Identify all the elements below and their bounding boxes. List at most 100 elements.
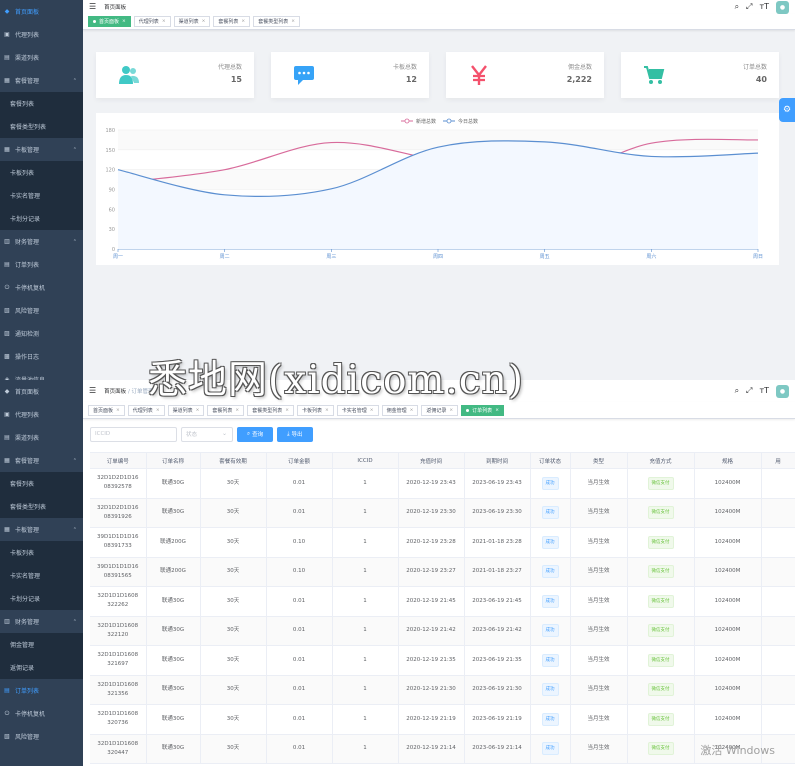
close-icon[interactable]: × bbox=[495, 408, 499, 413]
sidebar-item[interactable]: ◆ 首页面板 bbox=[0, 380, 83, 403]
sidebar-item[interactable]: ▤ 订单列表 bbox=[0, 253, 83, 276]
search-icon[interactable]: ⌕ bbox=[735, 387, 739, 395]
sidebar-item[interactable]: 卡板列表 bbox=[0, 541, 83, 564]
close-icon[interactable]: × bbox=[162, 19, 166, 24]
fullscreen-icon[interactable]: ⤢ bbox=[746, 3, 752, 11]
sidebar-item[interactable]: ⏻ 卡停机复机 bbox=[0, 702, 83, 725]
sidebar-item[interactable]: 套餐列表 bbox=[0, 92, 83, 115]
tag-tab[interactable]: 首页面板 × bbox=[88, 16, 131, 27]
tag-tab[interactable]: 套餐列表 × bbox=[207, 404, 245, 416]
column-header[interactable]: 套餐有效期 bbox=[200, 452, 267, 469]
close-icon[interactable]: × bbox=[285, 408, 289, 413]
close-icon[interactable]: × bbox=[122, 19, 126, 24]
fullscreen-icon[interactable]: ⤢ bbox=[746, 387, 752, 395]
query-button[interactable]: ⌕ 查询 bbox=[237, 426, 274, 442]
close-icon[interactable]: × bbox=[241, 19, 245, 24]
column-header[interactable]: 用 bbox=[761, 452, 795, 469]
close-icon[interactable]: × bbox=[202, 19, 206, 24]
sidebar-item[interactable]: ◈流量池信息 bbox=[0, 368, 83, 380]
table-row[interactable]: 32D1D1D1608 321697 联通30G 30天 0.01 1 2020-12-19… bbox=[90, 645, 795, 676]
close-icon[interactable]: × bbox=[291, 19, 295, 24]
tag-tab[interactable]: 渠道列表 × bbox=[167, 404, 205, 416]
tag-tab[interactable]: 套餐类型列表 × bbox=[247, 404, 294, 416]
sidebar-item[interactable]: ▦ 卡板管理 ⌃ bbox=[0, 138, 83, 161]
sidebar-item[interactable]: ▧ 风险管理 bbox=[0, 299, 83, 322]
sidebar-item[interactable]: 卡划分记录 bbox=[0, 587, 83, 610]
hamburger-icon[interactable]: ☰ bbox=[89, 387, 96, 395]
close-icon[interactable]: × bbox=[156, 408, 160, 413]
table-row[interactable]: 32D1D1D1608 321356 联通30G 30天 0.01 1 2020-12-19… bbox=[90, 675, 795, 705]
table-row[interactable]: 32D1D2D1D16 08391926 联通30G 30天 0.01 1 2020-12-… bbox=[90, 498, 795, 528]
sidebar-item[interactable]: ▥ 财务管理 ⌃ bbox=[0, 230, 83, 253]
sidebar-item[interactable]: 卡板列表 bbox=[0, 161, 83, 184]
tag-tab[interactable]: 返佣记录 × bbox=[421, 404, 459, 416]
sidebar-item[interactable]: 套餐类型列表 bbox=[0, 115, 83, 138]
sidebar-item[interactable]: ▤ 渠道列表 bbox=[0, 46, 83, 69]
iccid-input[interactable]: ICCID bbox=[90, 426, 177, 442]
search-icon[interactable]: ⌕ bbox=[735, 3, 739, 11]
sidebar-item[interactable]: ▤ 订单列表 bbox=[0, 679, 83, 702]
column-header[interactable]: 订单编号 bbox=[90, 452, 147, 469]
column-header[interactable]: 规格 bbox=[694, 452, 762, 469]
table-row[interactable]: 32D1D2D1D16 08392578 联通30G 30天 0.01 1 2020-12-… bbox=[90, 468, 795, 499]
font-size-icon[interactable]: тT bbox=[759, 3, 769, 11]
table-row[interactable]: 39D1D1D1D16 08391733 联通200G 30天 0.10 1 2020-12… bbox=[90, 527, 795, 558]
column-header[interactable]: 充值时间 bbox=[398, 452, 465, 469]
close-icon[interactable]: × bbox=[325, 408, 329, 413]
table-row[interactable]: 39D1D1D1D16 08391565 联通200G 30天 0.10 1 2020-12… bbox=[90, 557, 795, 587]
status-select[interactable]: 状态 bbox=[181, 426, 233, 442]
sidebar-item[interactable]: ▣ 代理列表 bbox=[0, 23, 83, 46]
tag-tab[interactable]: 套餐列表 × bbox=[213, 16, 251, 27]
sidebar-item[interactable]: ▩ 操作日志 bbox=[0, 345, 83, 368]
tag-tab[interactable]: 卡板列表 × bbox=[296, 404, 334, 416]
tag-tab[interactable]: 渠道列表 × bbox=[173, 16, 211, 27]
sidebar-item[interactable]: ▣ 代理列表 bbox=[0, 403, 83, 426]
tag-tab[interactable]: 订单列表 × bbox=[461, 404, 504, 416]
sidebar-item[interactable]: ▨ 通知检测 bbox=[0, 322, 83, 345]
sidebar-item[interactable]: ▦ 套餐管理 ⌃ bbox=[0, 449, 83, 472]
tag-tab[interactable]: 代理列表 × bbox=[133, 16, 171, 27]
close-icon[interactable]: × bbox=[449, 408, 453, 413]
avatar[interactable]: ● bbox=[776, 384, 789, 398]
sidebar-item[interactable]: ▧ 风险管理 bbox=[0, 725, 83, 748]
table-row[interactable]: 32D1D1D1608 322120 联通30G 30天 0.01 1 2020-12-19… bbox=[90, 616, 795, 646]
column-header[interactable]: 订单名称 bbox=[146, 452, 201, 469]
sidebar-item[interactable]: 套餐列表 bbox=[0, 472, 83, 495]
hamburger-icon[interactable]: ☰ bbox=[89, 3, 96, 11]
column-header[interactable]: ICCID bbox=[332, 452, 399, 469]
tag-tab[interactable]: 佣金管理 × bbox=[381, 404, 419, 416]
stat-card-agents[interactable]: 代理总数 15 bbox=[96, 52, 254, 98]
close-icon[interactable]: × bbox=[410, 408, 414, 413]
table-row[interactable]: 32D1D1D1608 320447 联通30G 30天 0.01 1 2020-12-19… bbox=[90, 734, 795, 764]
sidebar-item[interactable]: 佣金管理 bbox=[0, 633, 83, 656]
tag-tab[interactable]: 代理列表 × bbox=[127, 404, 165, 416]
breadcrumb-item[interactable]: 首页面板 bbox=[104, 5, 126, 11]
close-icon[interactable]: × bbox=[116, 408, 120, 413]
column-header[interactable]: 到期时间 bbox=[464, 452, 531, 469]
export-button[interactable]: ⤓ 导出 bbox=[277, 426, 313, 442]
settings-gear-icon[interactable]: ⚙ bbox=[779, 98, 795, 122]
font-size-icon[interactable]: тT bbox=[759, 387, 769, 395]
sidebar-item[interactable]: ▦ 套餐管理 ⌃ bbox=[0, 69, 83, 92]
tag-tab[interactable]: 首页面板 × bbox=[88, 404, 125, 416]
sidebar-item[interactable]: 卡实名管理 bbox=[0, 564, 83, 587]
stat-card-cards[interactable]: 卡板总数 12 bbox=[271, 52, 429, 98]
close-icon[interactable]: × bbox=[196, 408, 200, 413]
sidebar-item[interactable]: ▤ 渠道列表 bbox=[0, 426, 83, 449]
sidebar-item[interactable]: 返佣记录 bbox=[0, 656, 83, 679]
column-header[interactable]: 充值方式 bbox=[627, 452, 695, 469]
avatar[interactable]: ● bbox=[776, 0, 789, 14]
tag-tab[interactable]: 卡实名管理 × bbox=[336, 404, 379, 416]
column-header[interactable]: 订单金额 bbox=[266, 452, 333, 469]
sidebar-item[interactable]: ▥ 财务管理 ⌃ bbox=[0, 610, 83, 633]
close-icon[interactable]: × bbox=[370, 408, 374, 413]
sidebar-item[interactable]: ◆ 首页面板 bbox=[0, 0, 83, 23]
close-icon[interactable]: × bbox=[235, 408, 239, 413]
sidebar-item[interactable]: 卡实名管理 bbox=[0, 184, 83, 207]
column-header[interactable]: 类型 bbox=[570, 452, 628, 469]
tag-tab[interactable]: 套餐类型列表 × bbox=[253, 16, 300, 27]
sidebar-item[interactable]: 套餐类型列表 bbox=[0, 495, 83, 518]
stat-card-commission[interactable]: 佣金总数 2,222 bbox=[446, 52, 604, 98]
breadcrumb-item[interactable]: 首页面板 bbox=[104, 389, 126, 395]
sidebar-item[interactable]: ⏻ 卡停机复机 bbox=[0, 276, 83, 299]
